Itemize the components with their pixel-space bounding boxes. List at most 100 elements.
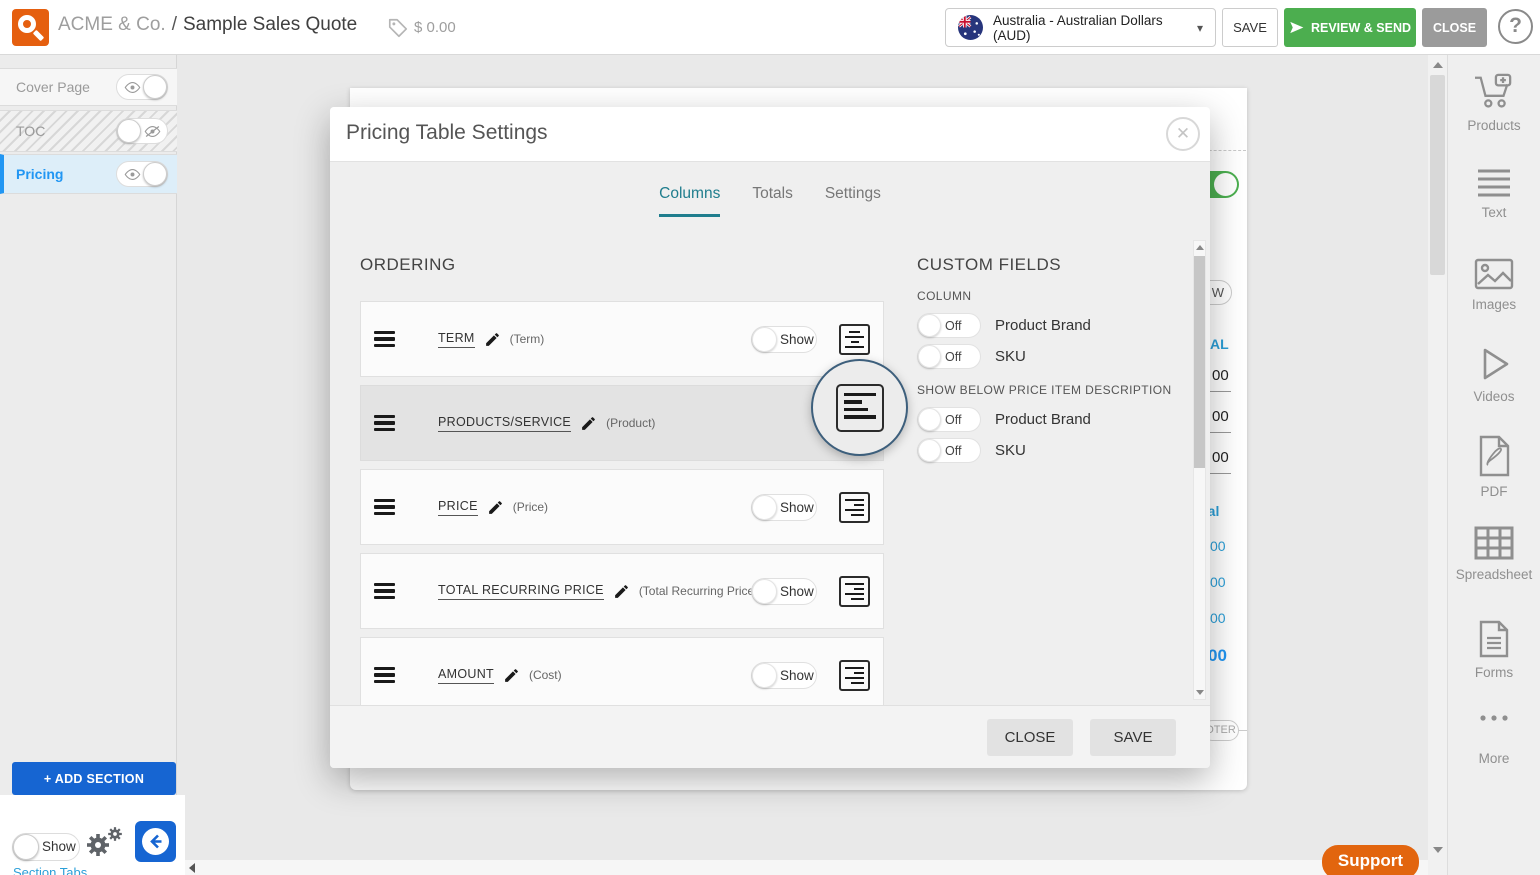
- tool-label: Videos: [1448, 389, 1540, 404]
- align-center-button[interactable]: [839, 324, 870, 355]
- modal-scrollbar[interactable]: [1193, 240, 1206, 700]
- tool-videos[interactable]: Videos: [1448, 346, 1540, 404]
- tab-totals[interactable]: Totals: [752, 185, 793, 217]
- section-tabs-toggle[interactable]: Show: [12, 833, 80, 861]
- page-grand-total: 00: [1208, 646, 1227, 666]
- close-quote-button[interactable]: CLOSE: [1422, 8, 1487, 47]
- column-label[interactable]: AMOUNT: [438, 667, 494, 684]
- add-section-button[interactable]: + ADD SECTION: [12, 762, 176, 795]
- edit-pencil-icon[interactable]: [487, 499, 504, 516]
- tool-more[interactable]: More: [1448, 713, 1540, 766]
- off-toggle[interactable]: Off: [917, 344, 981, 369]
- toggle-label: Show: [780, 332, 814, 347]
- edit-pencil-icon[interactable]: [503, 667, 520, 684]
- quotient-magnifier-logo[interactable]: [12, 9, 49, 46]
- tool-images[interactable]: Images: [1448, 258, 1540, 312]
- toggle-label: Show: [42, 839, 76, 854]
- column-label[interactable]: TOTAL RECURRING PRICE: [438, 583, 604, 600]
- drag-handle-icon[interactable]: [374, 664, 395, 687]
- currency-selector[interactable]: Australia - Australian Dollars (AUD) ▾: [945, 8, 1216, 47]
- page-total-value: 00: [1212, 408, 1229, 425]
- show-toggle[interactable]: Show: [751, 494, 817, 521]
- tool-forms[interactable]: Forms: [1448, 620, 1540, 680]
- toggle-label: Show: [780, 584, 814, 599]
- main-horizontal-scrollbar[interactable]: [185, 860, 1428, 875]
- section-label: Cover Page: [16, 79, 116, 95]
- ordering-row-total-recurring-price[interactable]: TOTAL RECURRING PRICE (Total Recurring P…: [360, 553, 884, 629]
- column-label[interactable]: TERM: [438, 331, 475, 348]
- drag-handle-icon[interactable]: [374, 328, 395, 351]
- modal-footer: CLOSE SAVE: [330, 705, 1210, 768]
- tool-pdf[interactable]: PDF: [1448, 435, 1540, 499]
- sidebar-item-cover-page[interactable]: Cover Page: [0, 68, 177, 106]
- drag-handle-icon[interactable]: [374, 496, 395, 519]
- edit-pencil-icon[interactable]: [613, 583, 630, 600]
- support-button[interactable]: Support: [1322, 845, 1419, 875]
- breadcrumb-separator: /: [172, 14, 177, 35]
- modal-close-icon[interactable]: ✕: [1166, 117, 1200, 151]
- gears-icon[interactable]: [84, 825, 124, 859]
- off-toggle[interactable]: Off: [917, 313, 981, 338]
- scroll-left-arrow[interactable]: [189, 863, 195, 873]
- quote-amount: $ 0.00: [414, 19, 456, 36]
- column-alias: (Product): [606, 416, 655, 430]
- price-tag-icon: [387, 17, 409, 39]
- visibility-toggle[interactable]: [116, 161, 168, 187]
- visibility-toggle[interactable]: [116, 74, 168, 100]
- review-send-button[interactable]: REVIEW & SEND: [1284, 8, 1416, 47]
- tool-products[interactable]: Products: [1448, 73, 1540, 133]
- align-left-icon[interactable]: [836, 384, 884, 432]
- modal-save-button[interactable]: SAVE: [1090, 719, 1176, 756]
- company-name[interactable]: ACME & Co.: [58, 14, 166, 35]
- show-toggle[interactable]: Show: [751, 662, 817, 689]
- custom-field-row: Off SKU: [917, 344, 1182, 369]
- toggle-knob: [752, 663, 777, 688]
- align-right-button[interactable]: [839, 492, 870, 523]
- column-alias: (Total Recurring Price): [639, 584, 758, 598]
- align-right-button[interactable]: [839, 576, 870, 607]
- off-toggle[interactable]: Off: [917, 438, 981, 463]
- sidebar-item-toc[interactable]: TOC: [0, 110, 177, 152]
- toggle-knob: [752, 579, 777, 604]
- sidebar-item-pricing[interactable]: Pricing: [0, 154, 177, 194]
- column-label[interactable]: PRICE: [438, 499, 478, 516]
- collapse-sidebar-button[interactable]: [135, 821, 176, 862]
- page-total-label: AL: [1210, 336, 1229, 352]
- off-toggle[interactable]: Off: [917, 407, 981, 432]
- toggle-knob: [752, 495, 777, 520]
- tool-spreadsheet[interactable]: Spreadsheet: [1448, 526, 1540, 582]
- ordering-row-term[interactable]: TERM (Term) Show: [360, 301, 884, 377]
- custom-fields-subheading: SHOW BELOW PRICE ITEM DESCRIPTION: [917, 383, 1182, 397]
- tool-text[interactable]: Text: [1448, 168, 1540, 220]
- toggle-knob: [752, 327, 777, 352]
- tab-columns[interactable]: Columns: [659, 185, 720, 217]
- scrollbar-thumb[interactable]: [1430, 75, 1445, 275]
- scroll-down-arrow[interactable]: [1196, 690, 1204, 695]
- ordering-row-amount[interactable]: AMOUNT (Cost) Show: [360, 637, 884, 713]
- edit-pencil-icon[interactable]: [580, 415, 597, 432]
- edit-pencil-icon[interactable]: [484, 331, 501, 348]
- section-tabs-label[interactable]: Section Tabs: [13, 865, 87, 875]
- scroll-down-arrow[interactable]: [1433, 847, 1443, 853]
- help-icon[interactable]: ?: [1498, 9, 1533, 44]
- ordering-row-products-service[interactable]: PRODUCTS/SERVICE (Product): [360, 385, 884, 461]
- ordering-row-price[interactable]: PRICE (Price) Show: [360, 469, 884, 545]
- custom-fields-subheading: COLUMN: [917, 289, 1182, 303]
- scrollbar-thumb[interactable]: [1194, 256, 1205, 468]
- scroll-up-arrow[interactable]: [1196, 245, 1204, 250]
- tab-settings[interactable]: Settings: [825, 185, 881, 217]
- main-vertical-scrollbar[interactable]: [1428, 55, 1447, 875]
- save-button[interactable]: SAVE: [1222, 8, 1278, 47]
- show-toggle[interactable]: Show: [751, 326, 817, 353]
- drag-handle-icon[interactable]: [374, 412, 395, 435]
- scroll-up-arrow[interactable]: [1433, 62, 1443, 68]
- modal-close-button[interactable]: CLOSE: [987, 719, 1073, 756]
- align-right-button[interactable]: [839, 660, 870, 691]
- visibility-toggle[interactable]: [116, 118, 168, 144]
- show-toggle[interactable]: Show: [751, 578, 817, 605]
- grid-icon: [1448, 526, 1540, 560]
- column-label[interactable]: PRODUCTS/SERVICE: [438, 415, 571, 432]
- modal-header: Pricing Table Settings ✕: [330, 107, 1210, 162]
- cart-plus-icon: [1448, 73, 1540, 111]
- drag-handle-icon[interactable]: [374, 580, 395, 603]
